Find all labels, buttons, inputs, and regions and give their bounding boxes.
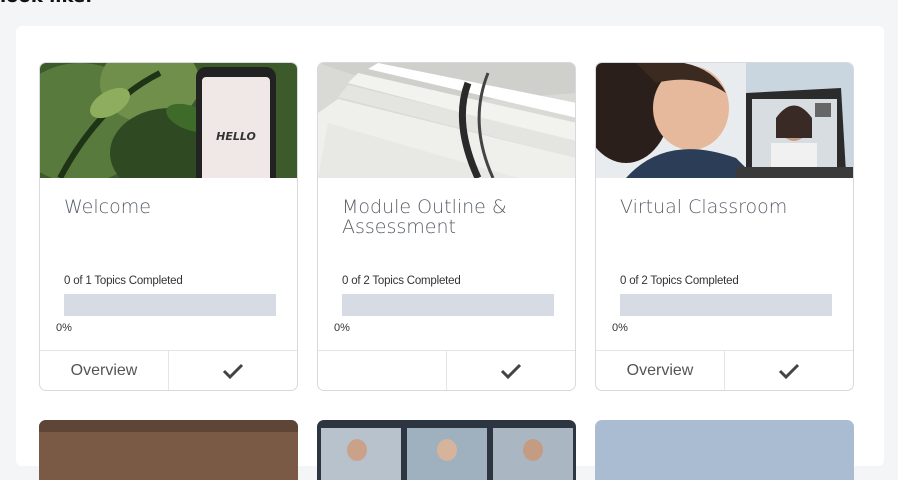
content-panel: HELLO Welcome 0 of 1 Topics Completed 0%… xyxy=(16,26,884,480)
module-card-outline[interactable]: Module Outline & Assessment 0 of 2 Topic… xyxy=(317,62,576,391)
progress-bar xyxy=(620,294,832,316)
page-heading: look like: xyxy=(0,0,92,10)
checkmark-icon xyxy=(778,363,800,379)
module-image-outline xyxy=(318,63,575,178)
card-footer xyxy=(318,350,575,390)
module-title[interactable]: Virtual Classroom xyxy=(620,197,835,217)
progress-bar xyxy=(342,294,554,316)
progress-text: 0 of 2 Topics Completed xyxy=(620,275,739,287)
progress-text: 0 of 2 Topics Completed xyxy=(342,275,461,287)
progress-percent: 0% xyxy=(334,322,350,334)
progress-percent: 0% xyxy=(56,322,72,334)
complete-button[interactable] xyxy=(168,351,297,390)
phone-screen-text: HELLO xyxy=(216,130,256,143)
checkmark-icon xyxy=(500,363,522,379)
card-footer: Overview xyxy=(596,350,853,390)
checkmark-icon xyxy=(222,363,244,379)
progress-text: 0 of 1 Topics Completed xyxy=(64,275,183,287)
progress-bar xyxy=(64,294,276,316)
module-card-welcome[interactable]: HELLO Welcome 0 of 1 Topics Completed 0%… xyxy=(39,62,298,391)
module-title[interactable]: Module Outline & Assessment xyxy=(342,197,557,237)
module-title[interactable]: Welcome xyxy=(64,197,279,217)
overview-button xyxy=(318,351,446,390)
complete-button[interactable] xyxy=(724,351,853,390)
overview-button[interactable]: Overview xyxy=(40,351,168,390)
module-image-welcome: HELLO xyxy=(40,63,297,178)
progress-percent: 0% xyxy=(612,322,628,334)
card-footer: Overview xyxy=(40,350,297,390)
module-card-virtual-classroom[interactable]: Virtual Classroom 0 of 2 Topics Complete… xyxy=(595,62,854,391)
overview-button[interactable]: Overview xyxy=(596,351,724,390)
module-image-virtual-classroom xyxy=(596,63,853,178)
module-card-partial[interactable] xyxy=(39,420,298,480)
complete-button[interactable] xyxy=(446,351,575,390)
module-card-partial[interactable] xyxy=(317,420,576,480)
module-card-partial[interactable] xyxy=(595,420,854,480)
